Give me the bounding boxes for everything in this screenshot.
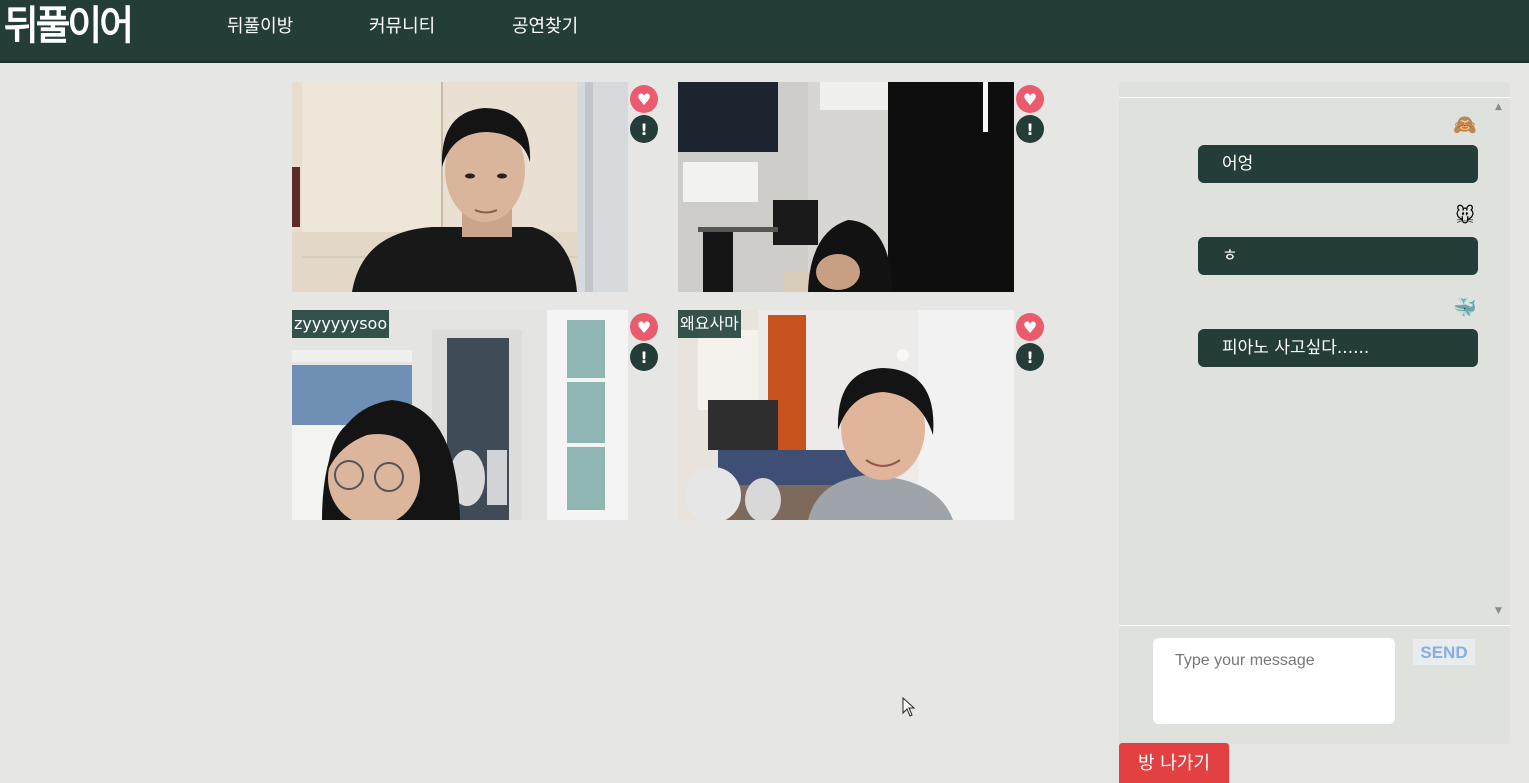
- heart-button[interactable]: ♥: [1016, 85, 1044, 113]
- exclamation-icon: !: [640, 347, 648, 367]
- scroll-up-arrow-icon[interactable]: ▲: [1495, 102, 1502, 112]
- report-button[interactable]: !: [1016, 343, 1044, 371]
- heart-button[interactable]: ♥: [1016, 313, 1044, 341]
- message-input[interactable]: [1153, 638, 1395, 724]
- heart-button[interactable]: ♥: [630, 85, 658, 113]
- video-tile: [292, 82, 628, 292]
- video-tile: zyyyyyysoo: [292, 310, 628, 520]
- report-button[interactable]: !: [1016, 115, 1044, 143]
- video-feed-4: [678, 310, 1014, 520]
- report-button[interactable]: !: [630, 115, 658, 143]
- top-navbar: 뒤풀이어 뒤풀이방 커뮤니티 공연찾기: [0, 0, 1529, 63]
- exclamation-icon: !: [1026, 119, 1034, 139]
- exclamation-icon: !: [640, 119, 648, 139]
- nav-item-community[interactable]: 커뮤니티: [369, 16, 435, 38]
- heart-icon: ♥: [1022, 317, 1038, 337]
- chat-input-divider: [1119, 625, 1510, 626]
- exclamation-icon: !: [1026, 347, 1034, 367]
- report-button[interactable]: !: [630, 343, 658, 371]
- scroll-down-arrow-icon[interactable]: ▼: [1495, 606, 1502, 616]
- heart-button[interactable]: ♥: [630, 313, 658, 341]
- mouse-cursor-icon: [902, 697, 916, 717]
- heart-icon: ♥: [636, 317, 652, 337]
- video-feed-3: [292, 310, 628, 520]
- video-feed-1: [292, 82, 628, 292]
- nav-item-find-shows[interactable]: 공연찾기: [512, 16, 578, 38]
- mouse-icon: 🐭: [1455, 205, 1475, 227]
- nav-item-rooms[interactable]: 뒤풀이방: [227, 16, 293, 38]
- heart-icon: ♥: [636, 89, 652, 109]
- video-tile: 왜요사마: [678, 310, 1014, 520]
- leave-room-button[interactable]: 방 나가기: [1119, 743, 1229, 783]
- video-username: 왜요사마: [678, 310, 741, 338]
- video-tile: [678, 82, 1014, 292]
- app-logo[interactable]: 뒤풀이어: [4, 4, 134, 48]
- chat-message: ㅎ: [1198, 237, 1478, 275]
- video-feed-2: [678, 82, 1014, 292]
- video-username: zyyyyyysoo: [292, 310, 390, 338]
- chat-message: 피아노 사고싶다......: [1198, 329, 1478, 367]
- heart-icon: ♥: [1022, 89, 1038, 109]
- chat-message: 어엉: [1198, 145, 1478, 183]
- chat-message-list[interactable]: ▲ 🙈 어엉 🐭 ㅎ 🐳 피아노 사고싶다...... ▼: [1119, 98, 1510, 625]
- whale-icon: 🐳: [1453, 297, 1477, 319]
- send-button[interactable]: SEND: [1413, 639, 1475, 665]
- monkey-icon: 🙈: [1453, 114, 1477, 136]
